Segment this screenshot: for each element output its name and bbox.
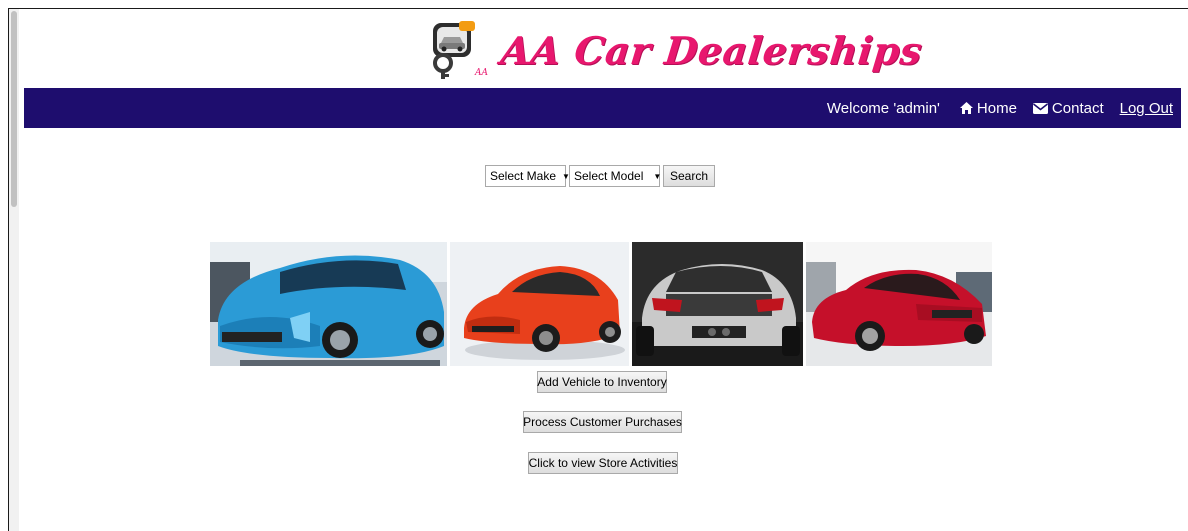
car-image-orange-hatchback	[450, 242, 629, 366]
nav-home[interactable]: Home	[959, 100, 1017, 117]
header: AA AA Car Dealerships	[24, 9, 1181, 89]
make-select-value: Select Make	[489, 169, 557, 183]
envelope-icon	[1032, 102, 1048, 114]
home-icon	[959, 102, 973, 114]
add-vehicle-button[interactable]: Add Vehicle to Inventory	[537, 371, 667, 393]
app-title: AA Car Dealerships	[498, 27, 925, 73]
car-key-logo-icon: AA	[429, 19, 491, 81]
logo[interactable]: AA AA Car Dealerships	[429, 17, 925, 83]
search-button[interactable]: Search	[662, 165, 716, 187]
model-select-value: Select Model	[573, 169, 644, 183]
car-image-blue-concept	[210, 242, 447, 366]
search-bar: Select Make ▼ Select Model ▼ Search	[0, 165, 1188, 187]
make-select[interactable]: Select Make ▼	[484, 165, 570, 187]
nav-contact[interactable]: Contact	[1032, 100, 1104, 117]
navbar: Welcome 'admin' Home Contact Log Out	[24, 88, 1181, 128]
logout-link[interactable]: Log Out	[1120, 100, 1173, 117]
dropdown-arrow-icon: ▼	[653, 171, 662, 181]
car-image-silver-hatchback	[632, 242, 803, 366]
model-select[interactable]: Select Model ▼	[568, 165, 662, 187]
welcome-text: Welcome 'admin'	[826, 99, 940, 117]
car-image-red-sedan	[806, 242, 992, 366]
svg-text:AA: AA	[474, 68, 488, 78]
process-purchases-button[interactable]: Process Customer Purchases	[523, 411, 682, 433]
nav-contact-label[interactable]: Contact	[1052, 100, 1104, 117]
nav-home-label[interactable]: Home	[977, 100, 1017, 117]
view-activities-button[interactable]: Click to view Store Activities	[528, 452, 678, 474]
